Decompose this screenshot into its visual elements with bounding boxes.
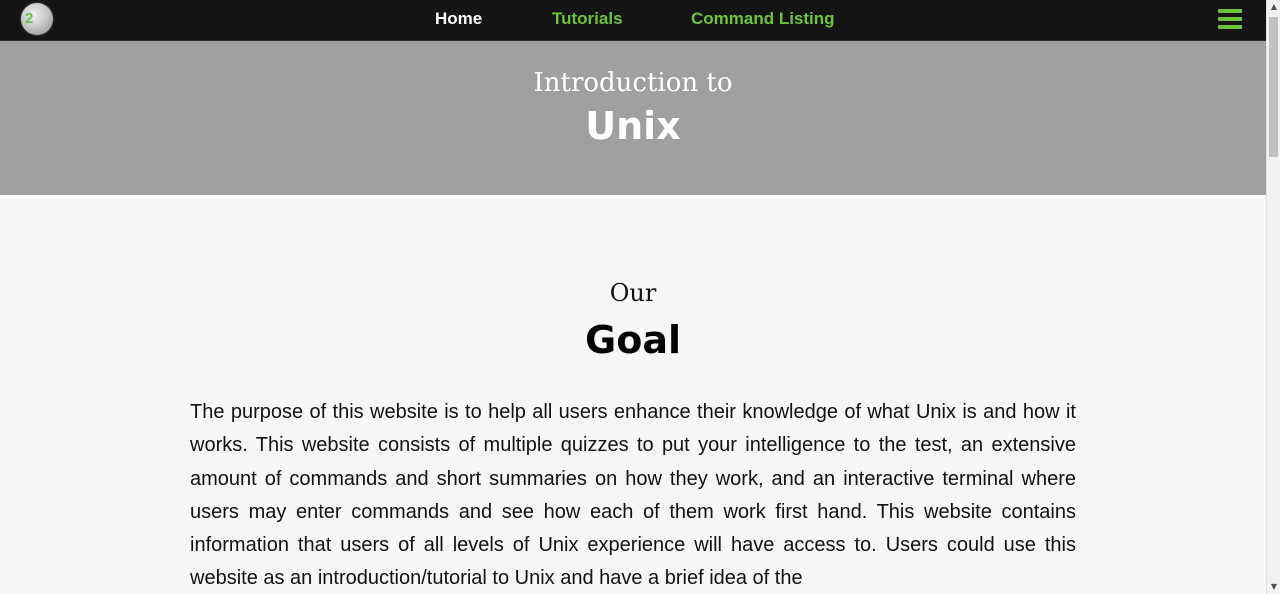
goal-paragraph: The purpose of this website is to help a…: [190, 401, 1076, 590]
goal-heading: Goal: [585, 318, 681, 362]
nav-home-link[interactable]: Home: [435, 9, 482, 29]
goal-subheading: Our: [609, 279, 657, 307]
scroll-down-arrow-icon[interactable]: ▼: [1267, 580, 1280, 594]
scrollbar-thumb[interactable]: [1269, 17, 1278, 157]
hamburger-menu-icon[interactable]: [1218, 9, 1242, 29]
page: 2 Home Tutorials Command Listing Introdu…: [0, 0, 1266, 594]
scroll-up-arrow-icon[interactable]: ▲: [1267, 0, 1280, 14]
hero-title: Unix: [585, 104, 681, 148]
hamburger-bar: [1218, 9, 1242, 13]
nav-command-listing-link[interactable]: Command Listing: [691, 9, 835, 29]
site-logo[interactable]: 2: [21, 3, 53, 35]
vertical-scrollbar[interactable]: ▲ ▼: [1266, 0, 1280, 594]
top-navbar: 2 Home Tutorials Command Listing: [0, 0, 1266, 41]
nav-tutorials-link[interactable]: Tutorials: [552, 9, 623, 29]
hamburger-bar: [1218, 25, 1242, 29]
logo-text: 2: [25, 10, 33, 27]
hero-banner: Introduction to Unix: [0, 41, 1266, 195]
hamburger-bar: [1218, 17, 1242, 21]
hero-intro-text: Introduction to: [533, 68, 733, 98]
